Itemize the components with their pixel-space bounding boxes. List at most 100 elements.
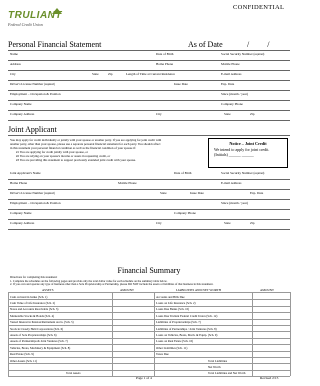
employment-field[interactable]: Employment – Occupation & Position <box>10 92 61 96</box>
row-rule <box>8 229 290 230</box>
asset-label: Notes and Accounts Receivable (Sch. 3) <box>10 307 59 312</box>
directions: Directions for completing this statement… <box>10 275 214 287</box>
asset-amount-field[interactable] <box>113 371 153 375</box>
joint-company-state-field[interactable]: State <box>224 221 231 225</box>
asset-label: Vested Interest in Pension/Retirement Ac… <box>10 320 74 325</box>
liability-amount-field[interactable] <box>253 327 289 331</box>
company-city-field[interactable]: City <box>156 112 162 116</box>
joint-issue-date-field[interactable]: Issue Date <box>190 191 204 195</box>
joint-company-name-field[interactable]: Company Name <box>10 211 32 215</box>
liability-amount-field[interactable] <box>253 295 289 299</box>
company-phone-field[interactable]: Company Phone <box>221 102 243 106</box>
city-field[interactable]: City <box>10 72 16 76</box>
joint-dl-field[interactable]: Driver's License Number (required) <box>10 191 55 195</box>
asset-amount-field[interactable] <box>113 333 153 337</box>
liability-amount-field[interactable] <box>253 301 289 305</box>
row-rule <box>8 219 290 220</box>
name-field[interactable]: Name <box>10 52 18 56</box>
logo-tagline: Federal Credit Union <box>8 22 43 27</box>
residence-length-field[interactable]: Length of Time at Current Residence <box>126 72 175 76</box>
company-address-field[interactable]: Company Address <box>10 112 34 116</box>
row-rule <box>8 110 290 111</box>
asset-label: Assets of Partnerships & Joint Ventures … <box>10 339 68 344</box>
drivers-license-field[interactable]: Driver's License Number (required) <box>10 82 55 86</box>
table-column-divider <box>290 292 291 377</box>
liability-label: Other Liabilities (Sch. 11) <box>156 345 188 350</box>
asset-label: Real Estate (Sch. 9) <box>10 352 34 357</box>
joint-company-city-field[interactable]: City <box>156 221 162 225</box>
row-rule <box>8 100 290 101</box>
liability-amount-field[interactable] <box>253 333 289 337</box>
issue-date-field[interactable]: Issue Date <box>174 82 188 86</box>
table-column-divider <box>252 292 253 377</box>
confidential-label: CONFIDENTIAL <box>233 4 285 11</box>
asset-amount-field[interactable] <box>113 352 153 356</box>
state-field[interactable]: State <box>92 72 99 76</box>
joint-mobile-phone-field[interactable]: Mobile Phone <box>118 181 137 185</box>
joint-ssn-field[interactable]: Social Security Number (required) <box>221 171 264 175</box>
mobile-phone-field[interactable]: Mobile Phone <box>221 62 240 66</box>
notice-title: Notice – Joint Credit <box>229 141 267 146</box>
joint-email-field[interactable]: E-mail Address <box>221 181 241 185</box>
liability-label: Taxes Due <box>156 352 169 357</box>
joint-home-phone-field[interactable]: Home Phone <box>10 181 27 185</box>
liability-amount-field[interactable] <box>253 307 289 311</box>
liability-label: Accounts and Bills Due <box>156 294 185 299</box>
zip-field[interactable]: Zip <box>108 72 113 76</box>
liability-amount-field[interactable] <box>253 339 289 343</box>
as-of-date-field[interactable]: / / <box>247 40 277 49</box>
liability-label: Net Worth <box>208 364 221 369</box>
row-rule <box>8 189 290 190</box>
joint-company-phone-field[interactable]: Company Phone <box>174 211 196 215</box>
joint-company-address-field[interactable]: Company Address <box>10 221 34 225</box>
joint-name-field[interactable]: Joint Applicant's Name <box>10 171 41 175</box>
liability-amount-field[interactable] <box>253 359 289 363</box>
asset-amount-field[interactable] <box>113 295 153 299</box>
asset-amount-field[interactable] <box>113 320 153 324</box>
address-field[interactable]: Address <box>10 62 21 66</box>
liability-amount-field[interactable] <box>253 314 289 318</box>
row-rule <box>8 60 290 61</box>
company-zip-field[interactable]: Zip <box>250 112 255 116</box>
home-phone-field[interactable]: Home Phone <box>156 62 173 66</box>
revised-date: Revised 2/15 <box>260 376 279 380</box>
liability-label: Total Liabilities and Net Worth <box>208 371 246 376</box>
asset-label: Vehicles, Boats, Machinery & Equipment (… <box>10 345 71 350</box>
email-field[interactable]: E-mail Address <box>221 72 241 76</box>
asset-amount-field[interactable] <box>113 339 153 343</box>
liability-amount-field[interactable] <box>253 371 289 375</box>
dob-field[interactable]: Date of Birth <box>156 52 173 56</box>
asset-amount-field[interactable] <box>113 327 153 331</box>
asset-amount-field[interactable] <box>113 314 153 318</box>
asset-amount-field[interactable] <box>113 307 153 311</box>
since-field[interactable]: Since (month / year) <box>221 92 248 96</box>
joint-dob-field[interactable]: Date of Birth <box>174 171 191 175</box>
joint-since-field[interactable]: Since (month / year) <box>221 201 248 205</box>
asset-amount-field[interactable] <box>113 359 153 363</box>
joint-employment-field[interactable]: Employment – Occupation & Position <box>10 201 61 205</box>
asset-amount-field[interactable] <box>113 365 153 369</box>
notice-text[interactable]: We intend to apply for joint credit. (In… <box>214 147 269 157</box>
liability-amount-field[interactable] <box>253 320 289 324</box>
joint-company-zip-field[interactable]: Zip <box>250 221 255 225</box>
ssn-field[interactable]: Social Security Number (required) <box>221 52 264 56</box>
liability-amount-field[interactable] <box>253 352 289 356</box>
liability-amount-field[interactable] <box>253 346 289 350</box>
exp-date-field[interactable]: Exp. Date <box>221 82 234 86</box>
asset-label: Cash Value of Life Insurance (Sch. 2) <box>10 300 56 305</box>
joint-dl-state-field[interactable]: State <box>160 191 167 195</box>
financial-summary-title: Financial Summary <box>117 266 181 275</box>
liability-label: Liabilities of Partnerships / Joint Vent… <box>156 326 217 331</box>
asset-amount-field[interactable] <box>113 301 153 305</box>
company-state-field[interactable]: State <box>224 112 231 116</box>
liability-label: Loans on Real Estate (Sch. 10) <box>156 339 194 344</box>
row-rule <box>8 199 290 200</box>
asset-amount-field[interactable] <box>113 346 153 350</box>
liability-label: Liabilities of Proprietorships (Sch. 7) <box>156 320 201 325</box>
company-name-field[interactable]: Company Name <box>10 102 32 106</box>
joint-exp-date-field[interactable]: Exp. Date <box>250 191 263 195</box>
liability-label: Loans on Vehicles, Boats, Mach. & Equip.… <box>156 332 218 337</box>
liability-amount-field[interactable] <box>253 365 289 369</box>
liability-label: Loans Due Truliant Federal Credit Union … <box>156 313 218 318</box>
row-rule <box>8 80 290 81</box>
